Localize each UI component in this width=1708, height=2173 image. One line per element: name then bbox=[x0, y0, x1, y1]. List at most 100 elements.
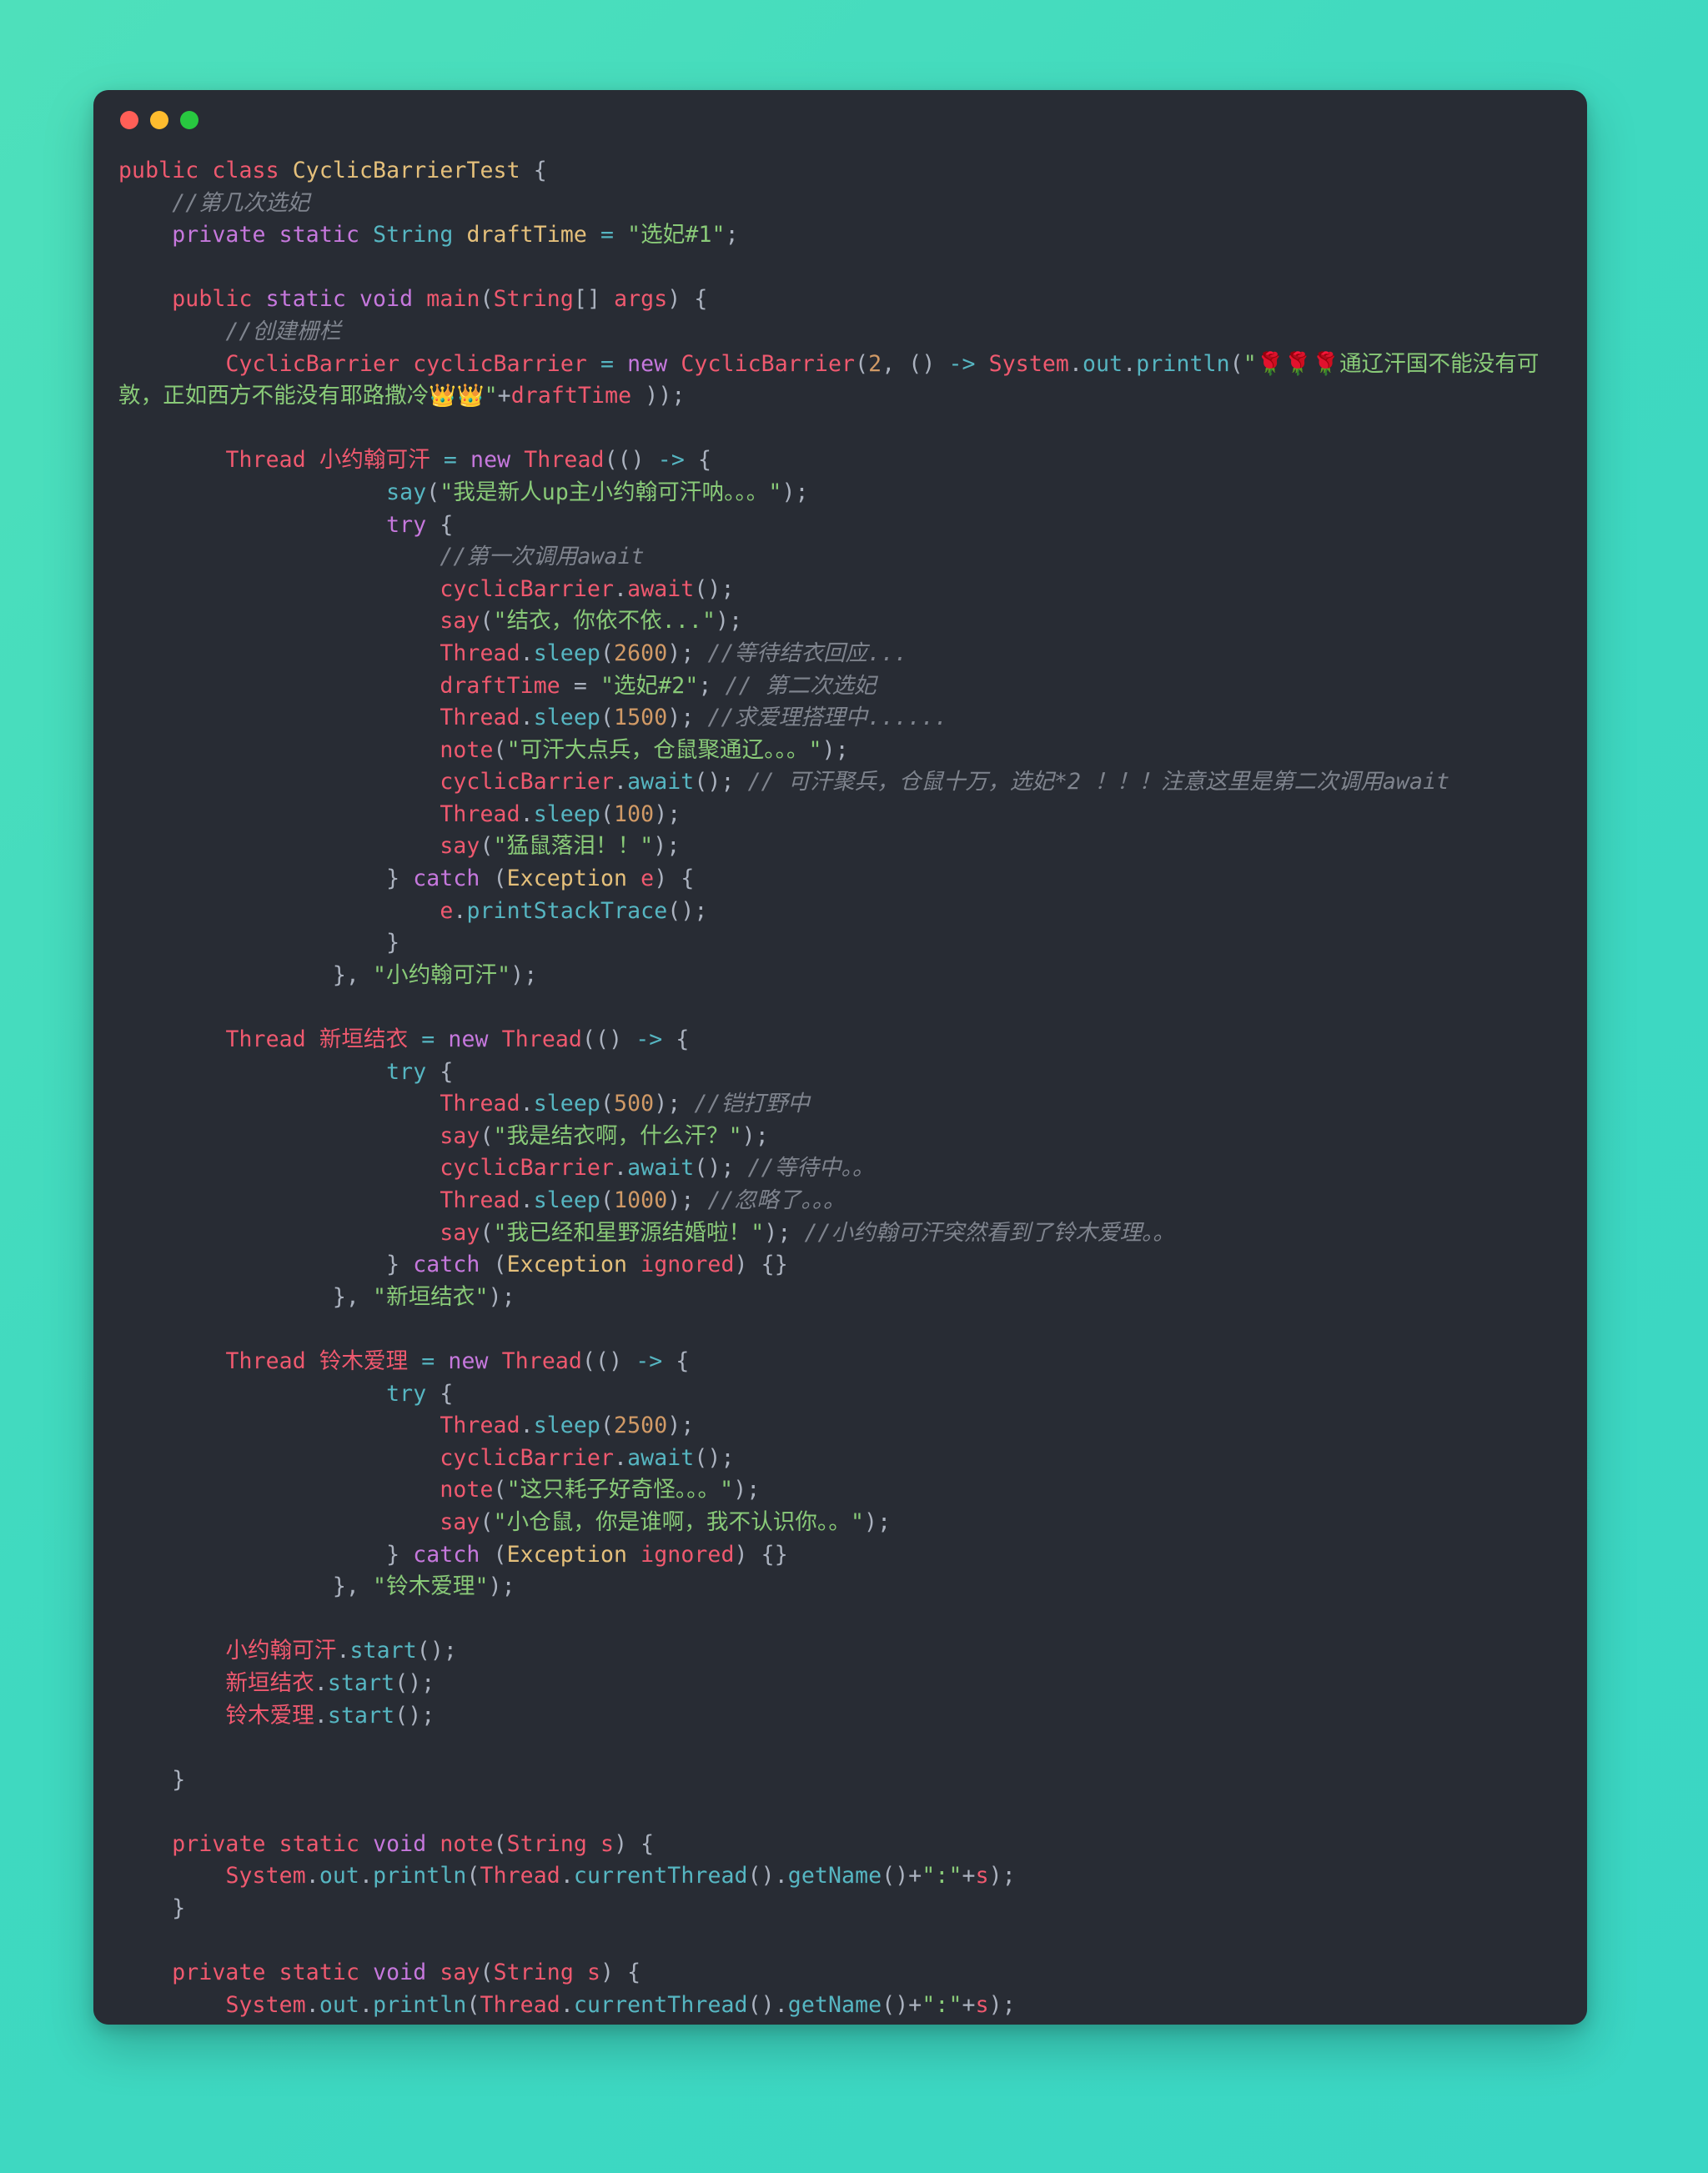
code-token: = bbox=[573, 672, 587, 699]
code-token: "我是新人up主小约翰可汗呐。。。" bbox=[440, 479, 782, 505]
code-token: (); bbox=[694, 1155, 748, 1182]
code-token: // 可汗聚兵，仓鼠十万，选妃*2 ！！！注意这里是第二次调用await bbox=[747, 769, 1450, 795]
close-window-button[interactable] bbox=[120, 111, 138, 129]
code-token: System bbox=[225, 1991, 306, 2018]
code-token: ); bbox=[781, 479, 809, 505]
code-token: ); bbox=[488, 1573, 515, 1600]
code-token: await bbox=[627, 575, 695, 602]
code-line: say("我已经和星野源结婚啦！"); //小约翰可汗突然看到了铃木爱理。。 bbox=[118, 1220, 1175, 1246]
code-token: CyclicBarrier bbox=[681, 350, 856, 377]
code-line: Thread.sleep(2600); //等待结衣回应... bbox=[118, 640, 907, 666]
code-token: . bbox=[359, 1863, 374, 1889]
code-token: { bbox=[520, 158, 547, 183]
code-token: private bbox=[172, 1830, 266, 1857]
code-token: . bbox=[314, 1702, 328, 1729]
code-token: ( bbox=[480, 1252, 507, 1278]
code-token: Exception bbox=[506, 1541, 628, 1568]
code-token: //铠打野中 bbox=[694, 1091, 810, 1117]
code-token: = bbox=[600, 222, 615, 248]
code-token: out bbox=[1083, 350, 1123, 377]
code-token: say bbox=[440, 1219, 480, 1246]
code-token: sleep bbox=[533, 705, 600, 731]
code-token: s bbox=[975, 1991, 989, 2018]
code-token: . bbox=[520, 1413, 534, 1439]
code-token: try bbox=[386, 511, 427, 538]
code-token: . bbox=[520, 1091, 534, 1117]
minimize-window-button[interactable] bbox=[150, 111, 168, 129]
code-token: Thread bbox=[501, 1347, 582, 1374]
code-token: ignored bbox=[640, 1252, 735, 1278]
code-token: }, bbox=[118, 961, 374, 988]
code-line: cyclicBarrier.await(); bbox=[118, 1445, 735, 1471]
code-token: (); bbox=[694, 1444, 735, 1471]
code-content-area[interactable]: public class CyclicBarrierTest { //第几次选妃… bbox=[93, 150, 1587, 2025]
code-token: String bbox=[493, 1960, 574, 1986]
code-token: static bbox=[279, 1960, 359, 1986]
code-token: void bbox=[359, 286, 414, 313]
code-token: ); bbox=[488, 1283, 515, 1310]
code-token: . bbox=[520, 1187, 534, 1213]
code-token: "选妃#2" bbox=[600, 672, 699, 699]
code-token: class bbox=[212, 158, 279, 183]
code-token: System bbox=[988, 350, 1069, 377]
code-token: ( bbox=[600, 1413, 615, 1439]
code-token: (); bbox=[694, 575, 735, 602]
code-token: draftTime bbox=[510, 383, 632, 409]
code-token: ); bbox=[667, 1187, 708, 1213]
code-token: ignored bbox=[640, 1541, 735, 1568]
code-token: //求爱理搭理中...... bbox=[707, 705, 948, 731]
code-token: ); bbox=[654, 800, 681, 827]
java-source-code[interactable]: public class CyclicBarrierTest { //第几次选妃… bbox=[118, 155, 1562, 2025]
code-token: } bbox=[118, 1252, 414, 1278]
code-line: Thread.sleep(1000); //忽略了。。。 bbox=[118, 1187, 846, 1213]
code-token: ); bbox=[667, 1413, 695, 1439]
code-token: (); bbox=[416, 1638, 457, 1664]
code-token: ( bbox=[493, 1830, 507, 1857]
code-token: (); bbox=[394, 1669, 435, 1696]
code-token: ( bbox=[426, 479, 440, 505]
code-token: Thread bbox=[225, 1347, 306, 1374]
maximize-window-button[interactable] bbox=[180, 111, 198, 129]
code-line: Thread.sleep(100); bbox=[118, 801, 681, 827]
code-token: . bbox=[314, 1669, 328, 1696]
code-token: { bbox=[684, 447, 712, 474]
code-token: printStackTrace bbox=[466, 897, 668, 924]
code-line: cyclicBarrier.await(); bbox=[118, 576, 735, 602]
code-token: ); bbox=[667, 705, 708, 731]
code-line: try { bbox=[118, 512, 453, 538]
code-token: new bbox=[470, 447, 511, 474]
code-line: say("我是结衣啊，什么汗？"); bbox=[118, 1123, 769, 1149]
code-token: Thread bbox=[440, 1091, 520, 1117]
code-token: catch bbox=[413, 866, 480, 892]
code-token: s bbox=[975, 1863, 989, 1889]
code-token: = bbox=[421, 1347, 435, 1374]
window-titlebar bbox=[93, 90, 1587, 150]
code-token: CyclicBarrierTest bbox=[292, 158, 520, 183]
code-token: "铃木爱理" bbox=[373, 1573, 489, 1600]
code-token: ; bbox=[725, 222, 739, 248]
code-token: [] bbox=[573, 286, 615, 313]
code-token: 1000 bbox=[614, 1187, 668, 1213]
code-token: cyclicBarrier bbox=[440, 1155, 615, 1182]
code-line: Thread 铃木爱理 = new Thread(() -> { bbox=[118, 1348, 689, 1374]
code-line: say("小仓鼠，你是谁啊，我不认识你。。"); bbox=[118, 1509, 891, 1535]
code-line: //第一次调用await bbox=[118, 544, 645, 570]
